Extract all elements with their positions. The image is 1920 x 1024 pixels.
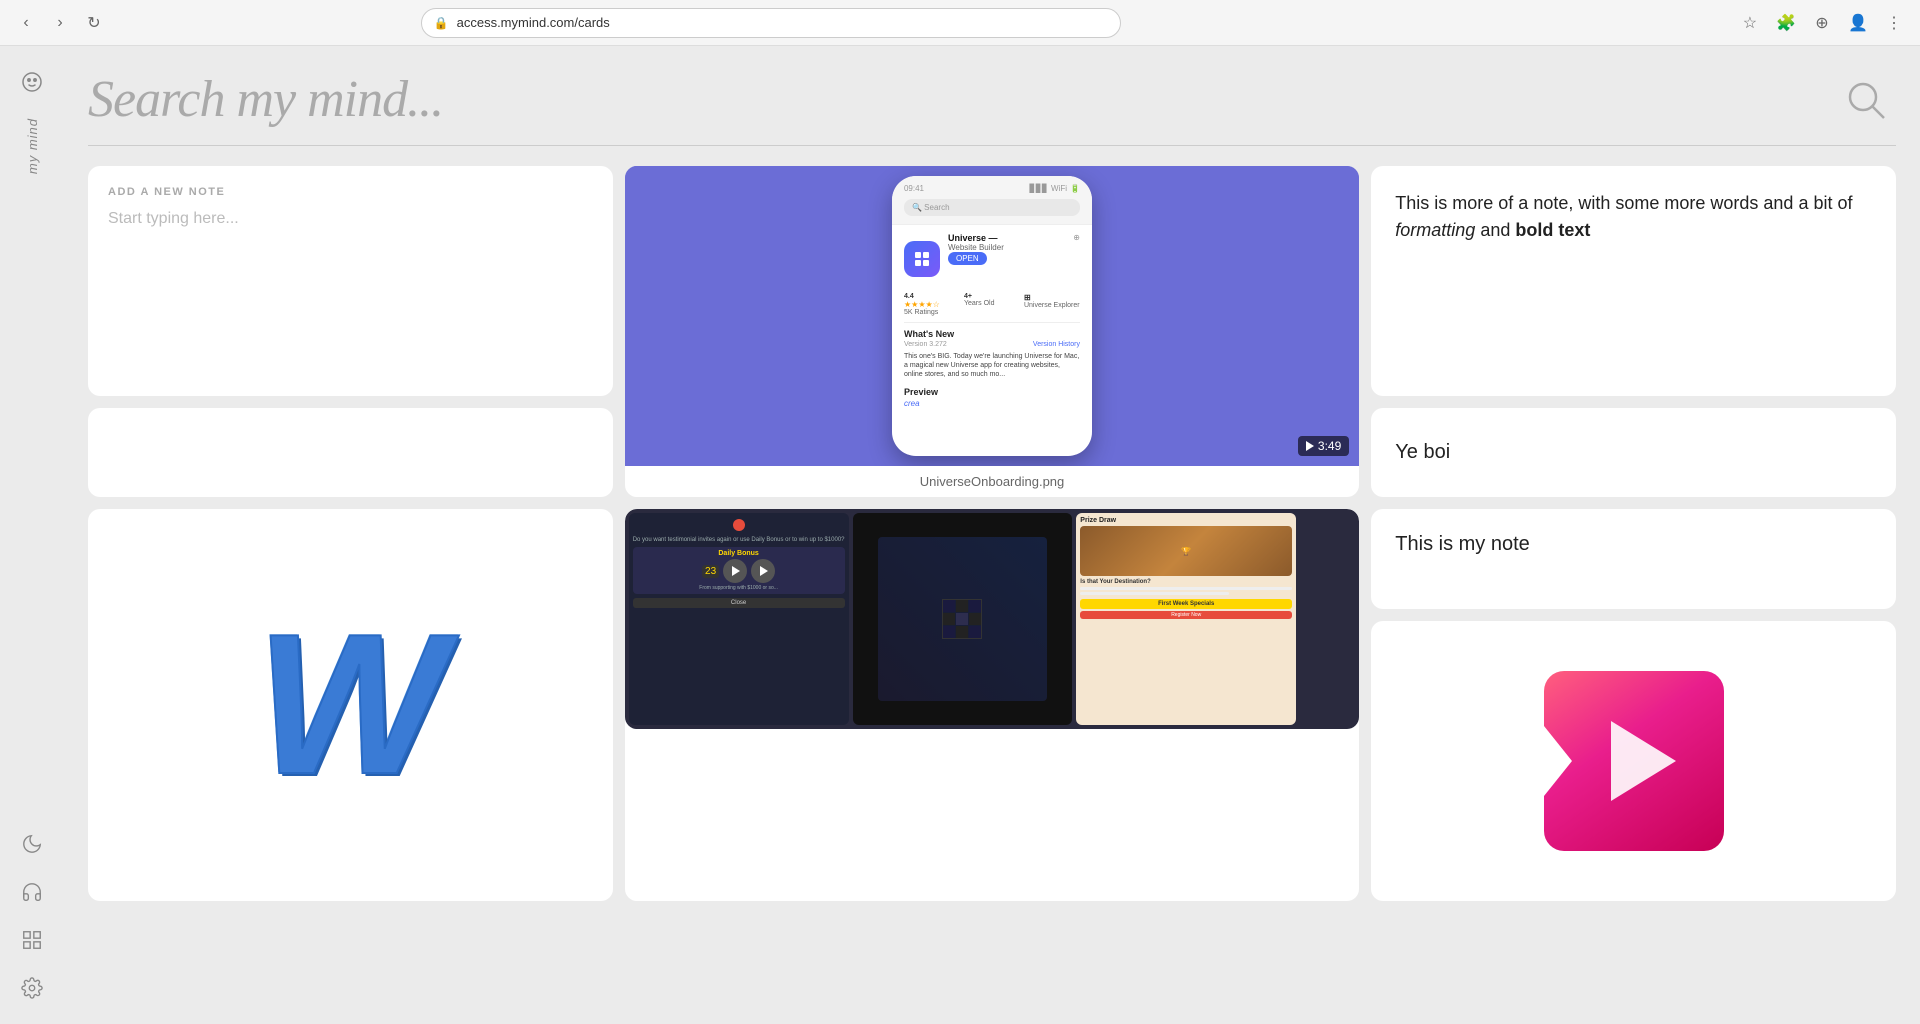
video-thumbnail: 09:41 ▊▊▊ WiFi 🔋 🔍 Search — [625, 166, 1360, 466]
play-button-card[interactable] — [1371, 621, 1896, 901]
forward-button[interactable]: › — [46, 9, 74, 37]
play-notch-left — [1544, 726, 1572, 796]
screenshots-grid: Do you want testimonial invites again or… — [625, 509, 1300, 729]
ye-boi-card[interactable]: Ye boi — [1371, 408, 1896, 498]
logo-card[interactable]: W — [88, 509, 613, 901]
extensions-button[interactable]: ⊕ — [1808, 9, 1836, 37]
video-duration-badge: 3:49 — [1298, 436, 1349, 456]
lock-icon: 🔒 — [434, 16, 449, 30]
address-bar[interactable]: 🔒 access.mymind.com/cards — [421, 8, 1121, 38]
sidebar: my mind — [0, 46, 64, 1024]
app-container: my mind — [0, 46, 1920, 1024]
search-button[interactable] — [1844, 78, 1888, 122]
right-col-cards: This is my note — [1371, 509, 1896, 901]
sidebar-label: my mind — [25, 118, 40, 174]
play-icon — [1306, 441, 1314, 451]
ye-boi-text: Ye boi — [1395, 441, 1450, 464]
bottom-video-card[interactable]: Do you want testimonial invites again or… — [625, 509, 1360, 901]
w-logo: W — [256, 615, 445, 795]
video-filename: UniverseOnboarding.png — [625, 466, 1360, 497]
sidebar-icon-settings[interactable] — [12, 968, 52, 1008]
this-is-my-note-text: This is my note — [1395, 533, 1872, 556]
page-title[interactable]: Search my mind... — [88, 70, 443, 129]
sidebar-icon-grid[interactable] — [12, 920, 52, 960]
bookmark-button[interactable]: ☆ — [1736, 9, 1764, 37]
play-triangle — [1611, 721, 1676, 801]
video-card[interactable]: 09:41 ▊▊▊ WiFi 🔋 🔍 Search — [625, 166, 1360, 497]
play-button-shape — [1544, 671, 1724, 851]
long-note-card[interactable]: This is more of a note, with some more w… — [1371, 166, 1896, 396]
bottom-video-thumbnail: Do you want testimonial invites again or… — [625, 509, 1360, 729]
phone-mockup: 09:41 ▊▊▊ WiFi 🔋 🔍 Search — [892, 176, 1092, 456]
phone-open-btn: OPEN — [948, 252, 987, 265]
sidebar-icon-headphones[interactable] — [12, 872, 52, 912]
big-play-button[interactable] — [1544, 671, 1724, 851]
sidebar-icon-moon[interactable] — [12, 824, 52, 864]
add-note-card[interactable]: ADD A NEW NOTE Start typing here... — [88, 166, 613, 396]
cards-grid: ADD A NEW NOTE Start typing here... 09:4… — [64, 146, 1920, 1024]
add-note-input[interactable]: Start typing here... — [108, 210, 593, 376]
add-note-label: ADD A NEW NOTE — [108, 186, 593, 198]
browser-actions: ☆ 🧩 ⊕ 👤 ⋮ — [1736, 9, 1908, 37]
menu-button[interactable]: ⋮ — [1880, 9, 1908, 37]
extension-puzzle-button[interactable]: 🧩 — [1772, 9, 1800, 37]
profile-button[interactable]: 👤 — [1844, 9, 1872, 37]
long-note-text: This is more of a note, with some more w… — [1395, 190, 1872, 244]
back-button[interactable]: ‹ — [12, 9, 40, 37]
sidebar-icon-face[interactable] — [12, 62, 52, 102]
url-text: access.mymind.com/cards — [457, 15, 610, 30]
browser-nav-buttons: ‹ › ↻ — [12, 9, 108, 37]
sidebar-bottom-icons — [12, 824, 52, 1008]
header: Search my mind... — [64, 46, 1920, 145]
browser-chrome: ‹ › ↻ 🔒 access.mymind.com/cards ☆ 🧩 ⊕ 👤 … — [0, 0, 1920, 46]
main-content: Search my mind... ADD A NEW NOTE Start t… — [64, 46, 1920, 1024]
second-note-area[interactable] — [88, 408, 613, 498]
this-is-my-note-card[interactable]: This is my note — [1371, 509, 1896, 609]
reload-button[interactable]: ↻ — [80, 9, 108, 37]
